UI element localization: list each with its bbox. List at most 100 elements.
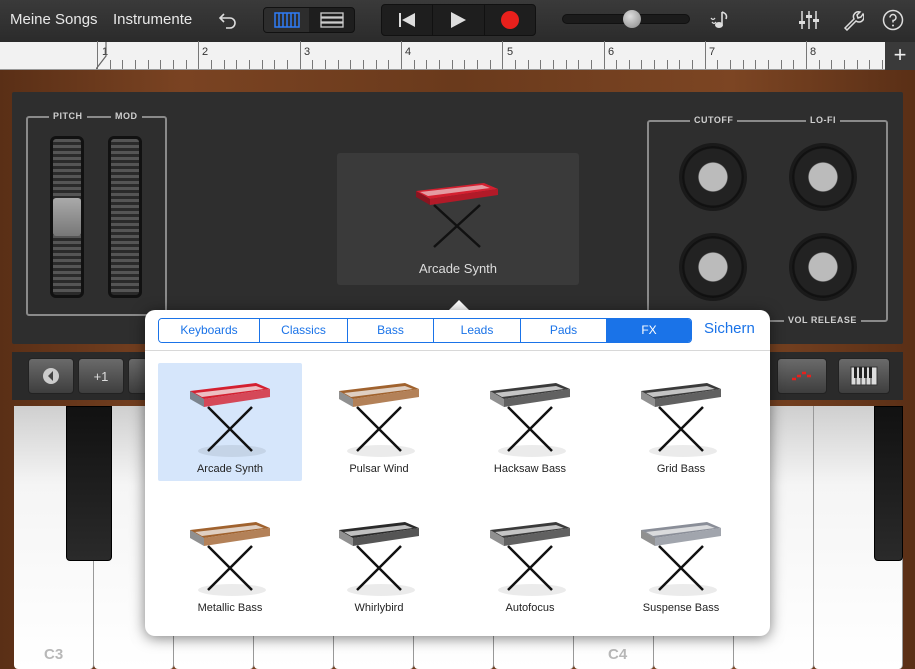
ruler-tick — [274, 60, 276, 69]
ruler-tick — [768, 60, 770, 69]
timeline-ruler[interactable]: 1 2 3 4 5 6 7 8 + — [0, 41, 915, 70]
preset-name: Suspense Bass — [642, 602, 720, 614]
ruler-tick — [223, 60, 225, 69]
ruler-tick — [210, 60, 212, 69]
my-songs-button[interactable]: Meine Songs — [10, 11, 98, 28]
ruler-tick — [540, 60, 542, 69]
keyboard-view-icon — [273, 12, 300, 28]
tracks-view-icon — [319, 12, 344, 28]
ruler-tick — [831, 60, 833, 69]
tracks-view-button[interactable] — [309, 8, 354, 32]
ruler-tick — [324, 60, 326, 69]
ruler-tick — [514, 60, 516, 69]
black-key[interactable] — [66, 406, 112, 561]
resonance-knob[interactable] — [682, 236, 744, 298]
cutoff-label: CUTOFF — [690, 115, 738, 125]
category-tabs: Keyboards Classics Bass Leads Pads FX — [158, 318, 692, 343]
ruler-tick — [172, 60, 174, 69]
ruler-tick — [565, 60, 567, 69]
preset-name: Metallic Bass — [197, 602, 263, 614]
ruler-tick — [818, 60, 820, 69]
vol-release-knob[interactable] — [792, 236, 854, 298]
record-button[interactable] — [485, 5, 535, 35]
preset-cell[interactable]: Whirlybird — [307, 502, 451, 620]
tab-pads[interactable]: Pads — [521, 319, 607, 342]
preset-name: Pulsar Wind — [349, 463, 409, 475]
ruler-tick — [160, 60, 162, 69]
current-patch-preview[interactable]: Arcade Synth — [337, 153, 579, 285]
key-label-c3: C3 — [44, 646, 64, 663]
ruler-bar-4: 4 — [405, 46, 412, 58]
arpeggiator-button[interactable] — [777, 358, 827, 394]
metronome-icon[interactable] — [709, 9, 731, 31]
lofi-knob[interactable] — [792, 146, 854, 208]
mod-label: MOD — [111, 111, 142, 121]
tab-leads[interactable]: Leads — [434, 319, 521, 342]
pitch-wheel-grip[interactable] — [53, 198, 81, 236]
ruler-tick — [590, 60, 592, 69]
ruler-tick — [502, 41, 504, 69]
patch-browser-popover: Keyboards Classics Bass Leads Pads FX Si… — [145, 310, 770, 636]
ruler-tick — [248, 60, 250, 69]
preset-cell[interactable]: Arcade Synth — [158, 363, 302, 481]
playhead-icon[interactable] — [96, 42, 108, 70]
ruler-tick — [147, 60, 149, 69]
ruler-bar-7: 7 — [709, 46, 716, 58]
ruler-tick — [464, 60, 466, 69]
keyboard-settings-icon — [850, 366, 878, 386]
preset-cell[interactable]: Autofocus — [458, 502, 602, 620]
synth-keyboard-icon — [339, 522, 419, 596]
ruler-tick — [236, 60, 238, 69]
ruler-tick — [350, 60, 352, 69]
octave-down-icon — [43, 368, 59, 384]
black-key[interactable] — [874, 406, 903, 561]
ruler-tick — [198, 41, 200, 69]
play-button[interactable] — [433, 5, 485, 35]
preset-cell[interactable]: Grid Bass — [609, 363, 753, 481]
preset-cell[interactable]: Pulsar Wind — [307, 363, 451, 481]
ruler-tick — [109, 60, 111, 69]
ruler-tick — [780, 60, 782, 69]
preset-cell[interactable]: Metallic Bass — [158, 502, 302, 620]
synth-keyboard-icon — [641, 522, 721, 596]
ruler-tick — [654, 60, 656, 69]
ruler-tick — [337, 60, 339, 69]
ruler-tick — [742, 60, 744, 69]
ruler-tick — [299, 41, 301, 69]
synth-keyboard-icon — [339, 383, 419, 457]
view-switcher — [263, 7, 355, 33]
preset-cell[interactable]: Hacksaw Bass — [458, 363, 602, 481]
tab-bass[interactable]: Bass — [348, 319, 434, 342]
ruler-tick — [844, 60, 846, 69]
keyboard-view-button[interactable] — [264, 8, 309, 32]
rewind-button[interactable] — [382, 5, 434, 35]
octave-down-button[interactable] — [28, 358, 74, 394]
vol-release-label: VOL RELEASE — [784, 315, 861, 325]
master-volume-thumb[interactable] — [623, 10, 641, 28]
ruler-tick — [476, 60, 478, 69]
instruments-button[interactable]: Instrumente — [113, 11, 192, 28]
cutoff-knob[interactable] — [682, 146, 744, 208]
undo-icon[interactable] — [218, 10, 238, 30]
preset-cell[interactable]: Suspense Bass — [609, 502, 753, 620]
mod-wheel[interactable] — [108, 136, 142, 298]
keyboard-settings-button[interactable] — [838, 358, 890, 394]
save-button[interactable]: Sichern — [704, 320, 755, 337]
tab-fx[interactable]: FX — [607, 319, 691, 342]
add-section-button[interactable]: + — [885, 42, 915, 70]
synth-keyboard-icon — [490, 522, 570, 596]
key-label-c4: C4 — [608, 646, 628, 663]
ruler-tick — [362, 60, 364, 69]
ruler-tick — [730, 60, 732, 69]
help-icon[interactable] — [882, 9, 904, 31]
ruler-tick — [869, 60, 871, 69]
octave-up-button[interactable]: +1 — [78, 358, 124, 394]
mixer-icon[interactable] — [798, 9, 820, 31]
wrench-icon[interactable] — [842, 9, 864, 31]
tab-keyboards[interactable]: Keyboards — [159, 319, 260, 342]
ruler-tick — [400, 41, 402, 69]
popover-divider — [145, 350, 770, 351]
tab-classics[interactable]: Classics — [260, 319, 348, 342]
synth-keyboard-icon — [190, 383, 270, 457]
ruler-bar-6: 6 — [608, 46, 615, 58]
